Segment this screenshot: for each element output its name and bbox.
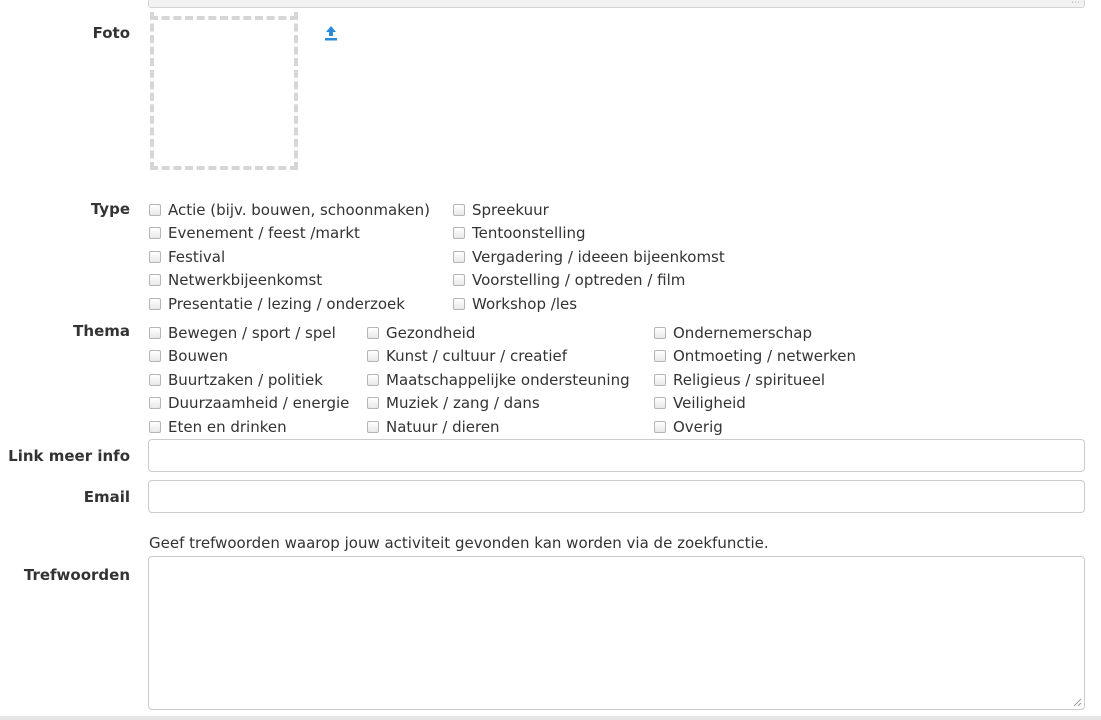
photo-dropzone[interactable] — [150, 12, 298, 170]
checkbox[interactable] — [453, 274, 465, 287]
thema-option[interactable]: Maatschappelijke ondersteuning — [367, 368, 630, 392]
thema-option[interactable]: Overig — [654, 415, 856, 439]
checkbox[interactable] — [654, 326, 666, 339]
type-col-2: Spreekuur Tentoonstelling Vergadering / … — [453, 198, 725, 316]
foto-label: Foto — [92, 24, 130, 42]
checkbox[interactable] — [149, 297, 161, 310]
thema-option[interactable]: Eten en drinken — [149, 415, 349, 439]
checkbox[interactable] — [367, 326, 379, 339]
thema-option[interactable]: Duurzaamheid / energie — [149, 392, 349, 416]
type-option[interactable]: Presentatie / lezing / onderzoek — [149, 292, 430, 316]
thema-option[interactable]: Ondernemerschap — [654, 321, 856, 345]
checkbox[interactable] — [149, 420, 161, 433]
type-option[interactable]: Spreekuur — [453, 198, 725, 222]
thema-option[interactable]: Bewegen / sport / spel — [149, 321, 349, 345]
resize-grip-icon[interactable]: ⋯ — [1071, 0, 1080, 8]
thema-col-2: Gezondheid Kunst / cultuur / creatief Ma… — [367, 321, 630, 439]
link-input[interactable] — [148, 439, 1085, 472]
type-label: Type — [90, 200, 130, 218]
checkbox[interactable] — [453, 250, 465, 263]
type-option[interactable]: Actie (bijv. bouwen, schoonmaken) — [149, 198, 430, 222]
thema-option[interactable]: Ontmoeting / netwerken — [654, 345, 856, 369]
thema-option[interactable]: Muziek / zang / dans — [367, 392, 630, 416]
email-label: Email — [83, 488, 130, 506]
checkbox[interactable] — [149, 227, 161, 240]
email-input[interactable] — [148, 480, 1085, 513]
checkbox[interactable] — [149, 250, 161, 263]
trefwoorden-label: Trefwoorden — [23, 566, 130, 584]
checkbox[interactable] — [654, 420, 666, 433]
thema-option[interactable]: Natuur / dieren — [367, 415, 630, 439]
type-option[interactable]: Voorstelling / optreden / film — [453, 269, 725, 293]
type-option[interactable]: Evenement / feest /markt — [149, 222, 430, 246]
upload-icon[interactable] — [323, 24, 339, 42]
page-bottom-edge — [0, 716, 1101, 720]
thema-col-3: Ondernemerschap Ontmoeting / netwerken R… — [654, 321, 856, 439]
resize-grip-icon[interactable] — [1072, 697, 1082, 707]
previous-textarea-edge[interactable]: ⋯ — [148, 0, 1085, 8]
type-col-1: Actie (bijv. bouwen, schoonmaken) Evenem… — [149, 198, 430, 316]
checkbox[interactable] — [149, 397, 161, 410]
checkbox[interactable] — [367, 350, 379, 363]
type-option[interactable]: Netwerkbijeenkomst — [149, 269, 430, 293]
checkbox[interactable] — [149, 203, 161, 216]
checkbox[interactable] — [453, 297, 465, 310]
trefwoorden-hint: Geef trefwoorden waarop jouw activiteit … — [149, 534, 769, 552]
type-option[interactable]: Festival — [149, 245, 430, 269]
checkbox[interactable] — [453, 203, 465, 216]
checkbox[interactable] — [149, 373, 161, 386]
thema-label: Thema — [73, 322, 130, 340]
checkbox[interactable] — [654, 350, 666, 363]
thema-option[interactable]: Veiligheid — [654, 392, 856, 416]
checkbox[interactable] — [367, 420, 379, 433]
thema-option[interactable]: Gezondheid — [367, 321, 630, 345]
trefwoorden-textarea[interactable] — [148, 556, 1085, 710]
link-label: Link meer info — [8, 447, 130, 465]
type-option[interactable]: Vergadering / ideeen bijeenkomst — [453, 245, 725, 269]
checkbox[interactable] — [149, 274, 161, 287]
checkbox[interactable] — [367, 397, 379, 410]
checkbox[interactable] — [149, 326, 161, 339]
type-option[interactable]: Workshop /les — [453, 292, 725, 316]
thema-option[interactable]: Kunst / cultuur / creatief — [367, 345, 630, 369]
checkbox[interactable] — [453, 227, 465, 240]
checkbox[interactable] — [149, 350, 161, 363]
type-option[interactable]: Tentoonstelling — [453, 222, 725, 246]
thema-option[interactable]: Religieus / spiritueel — [654, 368, 856, 392]
checkbox[interactable] — [654, 373, 666, 386]
checkbox[interactable] — [367, 373, 379, 386]
thema-option[interactable]: Bouwen — [149, 345, 349, 369]
thema-option[interactable]: Buurtzaken / politiek — [149, 368, 349, 392]
checkbox[interactable] — [654, 397, 666, 410]
thema-col-1: Bewegen / sport / spel Bouwen Buurtzaken… — [149, 321, 349, 439]
